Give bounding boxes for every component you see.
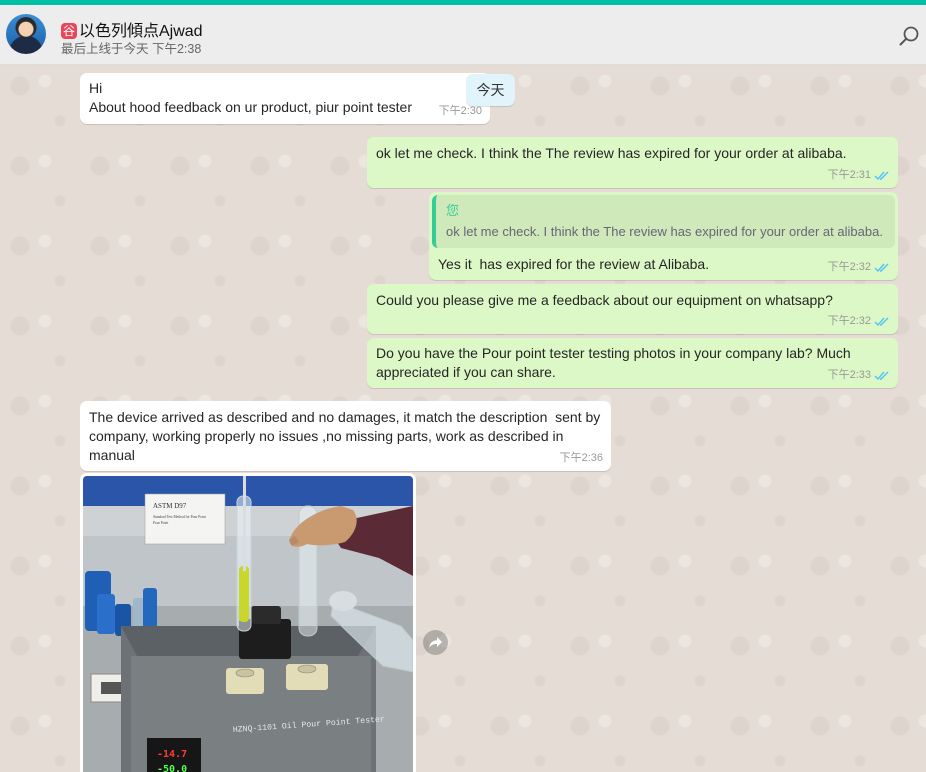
quoted-message[interactable]: 您 ok let me check. I think the The revie…	[432, 195, 895, 248]
message-incoming[interactable]: Hi About hood feedback on ur product, pi…	[80, 73, 490, 124]
contact-badge-icon: 谷	[61, 23, 77, 39]
message-outgoing[interactable]: Could you please give me a feedback abou…	[367, 284, 898, 334]
message-text: Hi About hood feedback on ur product, pi…	[89, 80, 412, 115]
message-time: 下午2:36	[559, 452, 603, 464]
message-text: Do you have the Pour point tester testin…	[376, 345, 851, 380]
pour-point-tester-photo[interactable]: ASTM D97 Standard Test Method for Pour P…	[83, 476, 413, 772]
message-time: 下午2:33	[828, 366, 890, 385]
last-seen-status: 最后上线于今天 下午2:38	[61, 42, 202, 56]
sign-line1: Standard Test Method for Pour Point	[153, 515, 206, 519]
forward-icon	[429, 637, 442, 648]
message-text: Yes it has expired for the review at Ali…	[438, 256, 710, 272]
date-divider: 今天	[466, 74, 515, 106]
display-top-reading: -14.7	[157, 749, 187, 760]
quote-text: ok let me check. I think the The review …	[446, 224, 883, 239]
sign-title: ASTM D97	[153, 502, 187, 510]
read-ticks-icon	[874, 371, 889, 381]
message-outgoing-reply[interactable]: 您 ok let me check. I think the The revie…	[429, 192, 898, 280]
image-message[interactable]: ASTM D97 Standard Test Method for Pour P…	[80, 473, 416, 772]
read-ticks-icon	[874, 317, 889, 327]
message-outgoing[interactable]: ok let me check. I think the The review …	[367, 137, 898, 188]
chat-area[interactable]: Hi About hood feedback on ur product, pi…	[0, 66, 926, 772]
message-time: 下午2:31	[828, 166, 890, 185]
message-outgoing[interactable]: Do you have the Pour point tester testin…	[367, 338, 898, 388]
avatar[interactable]	[6, 14, 46, 54]
forward-button[interactable]	[423, 630, 448, 655]
quote-author: 您	[446, 203, 460, 218]
message-text: The device arrived as described and no d…	[89, 409, 601, 463]
read-ticks-icon	[874, 263, 889, 273]
display-bottom-reading: -50.0	[157, 764, 187, 772]
message-text: Could you please give me a feedback abou…	[376, 292, 833, 308]
message-incoming[interactable]: The device arrived as described and no d…	[80, 401, 611, 471]
sign-line2: Pour Point	[153, 521, 168, 525]
message-text: ok let me check. I think the The review …	[376, 145, 847, 161]
message-time: 下午2:32	[828, 258, 890, 277]
search-icon[interactable]	[898, 25, 920, 47]
chat-header: 谷以色列傾点Ajwad 最后上线于今天 下午2:38	[0, 5, 926, 65]
message-time: 下午2:32	[828, 312, 890, 331]
read-ticks-icon	[874, 171, 889, 181]
